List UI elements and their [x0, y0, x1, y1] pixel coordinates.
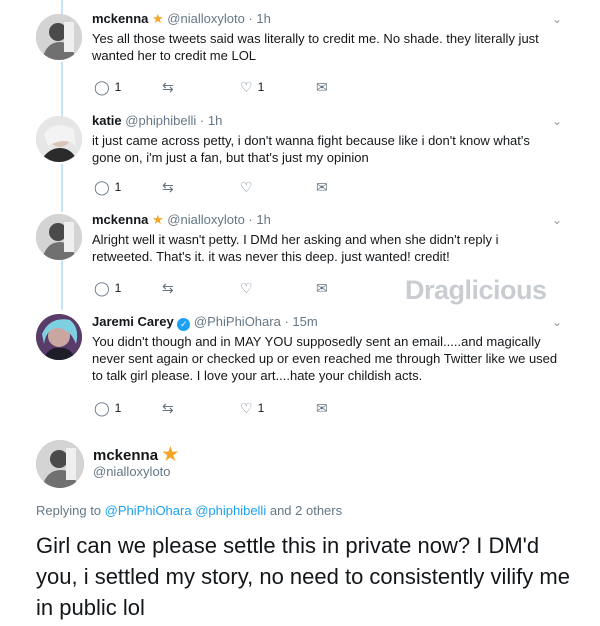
chevron-down-icon[interactable]: ⌄ [552, 213, 562, 227]
retweet-button[interactable]: ⇆ [162, 399, 174, 417]
reply-button[interactable]: ◯ 1 [94, 399, 121, 417]
replying-prefix: Replying to [36, 503, 102, 518]
envelope-icon: ✉ [316, 400, 328, 416]
tweet-header: mckenna ★ @nialloxyloto · 1h [92, 11, 271, 26]
user-handle[interactable]: @nialloxyloto [167, 11, 245, 26]
display-name[interactable]: mckenna [92, 11, 148, 26]
retweet-button[interactable]: ⇆ [162, 178, 174, 196]
retweet-icon: ⇆ [162, 400, 174, 416]
chevron-down-icon[interactable]: ⌄ [552, 315, 562, 329]
timestamp[interactable]: 1h [208, 113, 222, 128]
heart-icon: ♡ [240, 79, 253, 95]
reply-count: 1 [114, 180, 122, 194]
reply-count: 1 [114, 80, 122, 94]
user-handle[interactable]: @nialloxyloto [93, 464, 171, 479]
main-display-name[interactable]: mckenna ★ [93, 444, 178, 465]
user-handle[interactable]: @phiphibelli [125, 113, 196, 128]
watermark-logo: Draglicious [405, 275, 547, 305]
display-name[interactable]: mckenna [92, 212, 148, 227]
heart-icon: ♡ [240, 179, 253, 195]
reply-button[interactable]: ◯ 1 [94, 78, 121, 96]
envelope-icon: ✉ [316, 280, 328, 296]
star-icon: ★ [152, 11, 164, 26]
reply-button[interactable]: ◯ 1 [94, 279, 121, 297]
tweet[interactable]: Jaremi Carey ✓ @PhiPhiOhara · 15m ⌄ You … [0, 310, 600, 425]
timestamp[interactable]: 1h [256, 212, 270, 227]
retweet-button[interactable]: ⇆ [162, 279, 174, 297]
tweet[interactable]: mckenna ★ @nialloxyloto · 1h ⌄ Yes all t… [0, 0, 600, 110]
retweet-icon: ⇆ [162, 280, 174, 296]
tweet-header: katie @phiphibelli · 1h [92, 113, 223, 128]
like-button[interactable]: ♡ [240, 279, 253, 297]
retweet-icon: ⇆ [162, 179, 174, 195]
tweet-header: mckenna ★ @nialloxyloto · 1h [92, 212, 271, 227]
display-name[interactable]: katie [92, 113, 122, 128]
reply-count: 1 [114, 401, 122, 415]
reply-icon: ◯ [94, 400, 110, 416]
tweet-text: Yes all those tweets said was literally … [92, 31, 539, 63]
heart-icon: ♡ [240, 400, 253, 416]
like-count: 1 [257, 80, 265, 94]
tweet-text: Alright well it wasn't petty. I DMd her … [92, 232, 499, 264]
like-button[interactable]: ♡ 1 [240, 78, 264, 96]
main-tweet-text: Girl can we please settle this in privat… [36, 533, 570, 620]
like-count: 1 [257, 401, 265, 415]
replying-suffix[interactable]: and 2 others [270, 503, 342, 518]
dm-button[interactable]: ✉ [316, 279, 328, 297]
verified-badge-icon: ✓ [177, 318, 191, 331]
star-icon: ★ [152, 212, 164, 227]
timestamp[interactable]: 1h [256, 11, 270, 26]
display-name[interactable]: mckenna [93, 447, 158, 464]
dm-button[interactable]: ✉ [316, 178, 328, 196]
display-name[interactable]: Jaremi Carey [92, 314, 174, 329]
envelope-icon: ✉ [316, 79, 328, 95]
chevron-down-icon[interactable]: ⌄ [552, 12, 562, 26]
avatar[interactable] [36, 14, 82, 60]
user-handle[interactable]: @PhiPhiOhara [194, 314, 281, 329]
retweet-button[interactable]: ⇆ [162, 78, 174, 96]
tweet-text: it just came across petty, i don't wanna… [92, 133, 530, 165]
reply-icon: ◯ [94, 179, 110, 195]
avatar[interactable] [36, 116, 82, 162]
envelope-icon: ✉ [316, 179, 328, 195]
reply-count: 1 [114, 281, 122, 295]
star-icon: ★ [162, 444, 179, 464]
like-button[interactable]: ♡ 1 [240, 399, 264, 417]
avatar[interactable] [36, 440, 84, 488]
replying-handles-link[interactable]: @PhiPhiOhara @phiphibelli [105, 503, 267, 518]
reply-button[interactable]: ◯ 1 [94, 178, 121, 196]
retweet-icon: ⇆ [162, 79, 174, 95]
avatar[interactable] [36, 214, 82, 260]
heart-icon: ♡ [240, 280, 253, 296]
timestamp[interactable]: 15m [292, 314, 317, 329]
tweet[interactable]: katie @phiphibelli · 1h ⌄ it just came a… [0, 110, 600, 210]
replying-to-line: Replying to @PhiPhiOhara @phiphibelli an… [36, 503, 342, 518]
chevron-down-icon[interactable]: ⌄ [552, 114, 562, 128]
tweet-text: You didn't though and in MAY YOU suppose… [92, 334, 558, 383]
dm-button[interactable]: ✉ [316, 399, 328, 417]
reply-icon: ◯ [94, 79, 110, 95]
like-button[interactable]: ♡ [240, 178, 253, 196]
user-handle[interactable]: @nialloxyloto [167, 212, 245, 227]
avatar[interactable] [36, 314, 82, 360]
dm-button[interactable]: ✉ [316, 78, 328, 96]
tweet-header: Jaremi Carey ✓ @PhiPhiOhara · 15m [92, 314, 318, 331]
reply-icon: ◯ [94, 280, 110, 296]
